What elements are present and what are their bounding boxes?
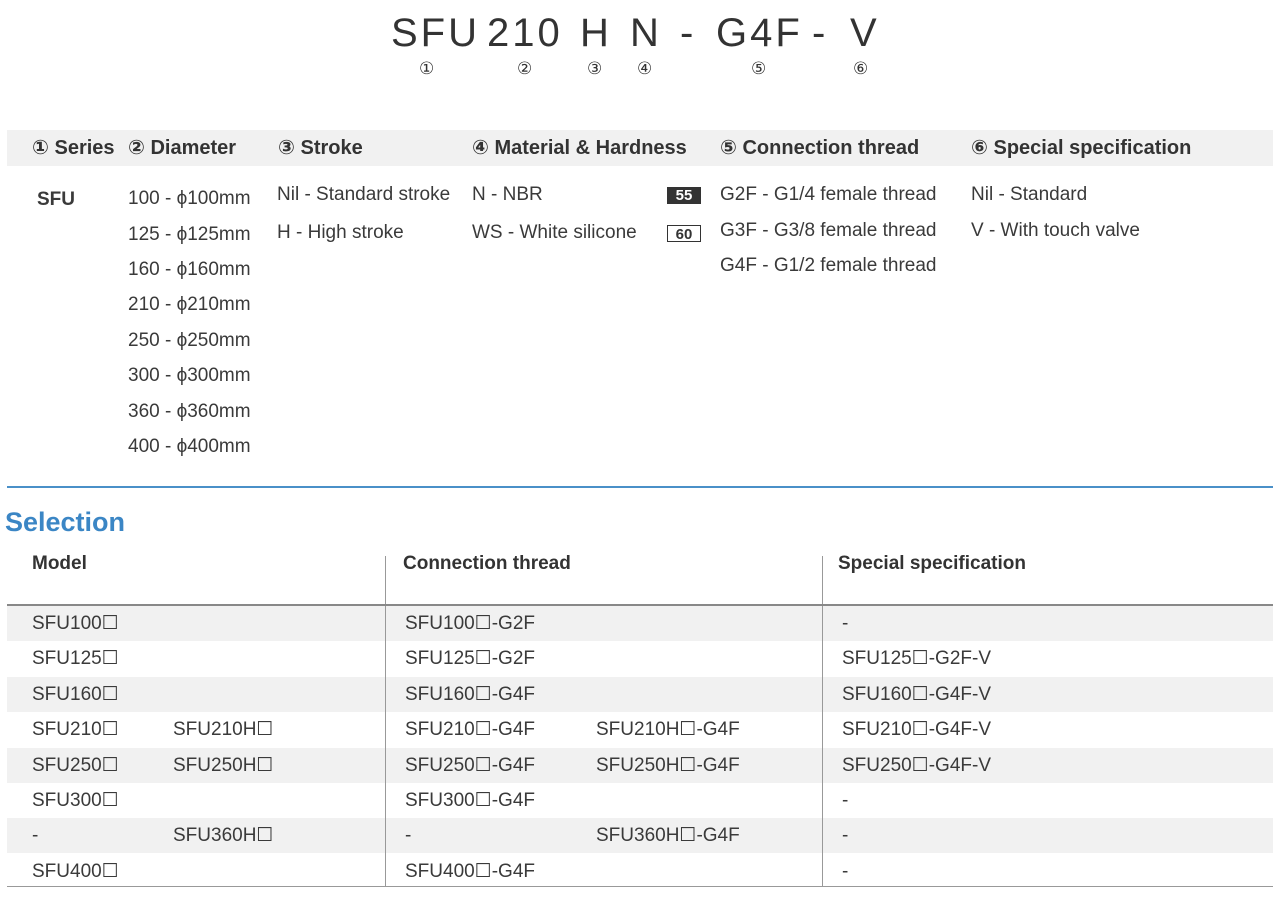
code-number-5: ⑤ — [751, 59, 767, 78]
diameter-item: 210 - ϕ210mm — [128, 294, 251, 315]
special-cell: SFU160☐-G4F-V — [842, 683, 992, 705]
header-diameter: ② Diameter — [128, 137, 237, 159]
selection-title: Selection — [5, 507, 126, 537]
hardness-badge: 60 — [667, 225, 701, 243]
header-series: ① Series — [32, 137, 115, 159]
special-cell: - — [842, 790, 849, 811]
thread-cell: SFU400☐-G4F — [405, 860, 536, 882]
code-special: V — [850, 11, 880, 55]
diameter-item: 400 - ϕ400mm — [128, 436, 251, 457]
series-value: SFU — [37, 189, 75, 210]
diameter-item: 250 - ϕ250mm — [128, 330, 251, 351]
hardness-badge: 55 — [667, 187, 701, 204]
thread-cell: SFU100☐-G2F — [405, 613, 536, 634]
selection-bottom-rule — [7, 886, 1273, 887]
code-stroke: H — [580, 11, 612, 55]
diameter-item: 125 - ϕ125mm — [128, 224, 251, 245]
thread-cell: - — [405, 825, 412, 847]
material-item: WS - White silicone — [472, 222, 637, 243]
thread-cell: SFU210☐-G4F — [405, 719, 536, 741]
model-cell: SFU125☐ — [32, 648, 119, 670]
stroke-item: Nil - Standard stroke — [277, 184, 451, 205]
code-series: SFU — [391, 11, 480, 55]
model-cell: SFU300☐ — [32, 790, 119, 811]
header-material: ④ Material & Hardness — [472, 137, 687, 159]
table-row — [7, 641, 1273, 676]
code-number-4: ④ — [637, 59, 653, 78]
special-cell: SFU250☐-G4F-V — [842, 754, 992, 776]
header-special: ⑥ Special specification — [971, 137, 1192, 159]
model-h-cell: SFU210H☐ — [173, 719, 274, 741]
thread-h-cell: SFU360H☐-G4F — [596, 825, 740, 847]
selection-header-special: Special specification — [838, 553, 1026, 574]
code-material: N — [630, 11, 662, 55]
model-cell: SFU250☐ — [32, 754, 119, 776]
code-number-3: ③ — [587, 59, 603, 78]
header-thread: ⑤ Connection thread — [720, 137, 920, 159]
code-diameter: 210 — [487, 11, 563, 55]
diameter-item: 160 - ϕ160mm — [128, 259, 251, 280]
selection-header-model: Model — [32, 553, 87, 574]
thread-h-cell: SFU210H☐-G4F — [596, 719, 740, 741]
special-item: Nil - Standard — [971, 184, 1088, 205]
special-cell: - — [842, 860, 849, 882]
code-dash-2: - — [812, 11, 829, 55]
thread-cell: SFU300☐-G4F — [405, 790, 536, 811]
model-cell: SFU400☐ — [32, 860, 119, 882]
code-dash-1: - — [680, 11, 697, 55]
diameter-item: 360 - ϕ360mm — [128, 401, 251, 422]
code-number-1: ① — [419, 59, 435, 78]
special-cell: SFU210☐-G4F-V — [842, 719, 992, 741]
table-row — [7, 783, 1273, 818]
model-cell: SFU100☐ — [32, 613, 119, 634]
thread-item: G4F - G1/2 female thread — [720, 255, 937, 276]
special-cell: SFU125☐-G2F-V — [842, 648, 992, 670]
thread-h-cell: SFU250H☐-G4F — [596, 754, 740, 776]
special-cell: - — [842, 613, 849, 634]
selection-header-thread: Connection thread — [403, 553, 571, 574]
model-cell: SFU210☐ — [32, 719, 119, 741]
model-cell: - — [32, 825, 39, 847]
code-thread: G4F — [716, 11, 803, 55]
model-cell: SFU160☐ — [32, 683, 119, 705]
header-stroke: ③ Stroke — [278, 137, 363, 159]
model-h-cell: SFU360H☐ — [173, 825, 274, 847]
special-cell: - — [842, 825, 849, 847]
thread-cell: SFU160☐-G4F — [405, 683, 536, 705]
diameter-item: 300 - ϕ300mm — [128, 365, 251, 386]
table-row — [7, 676, 1273, 712]
section-divider — [7, 486, 1273, 488]
diameter-item: 100 - ϕ100mm — [128, 188, 251, 209]
material-item: N - NBR — [472, 184, 543, 205]
code-number-6: ⑥ — [853, 59, 869, 78]
code-number-2: ② — [517, 59, 533, 78]
special-item: V - With touch valve — [971, 220, 1140, 241]
table-row — [7, 606, 1273, 641]
thread-cell: SFU125☐-G2F — [405, 648, 536, 670]
thread-cell: SFU250☐-G4F — [405, 754, 536, 776]
thread-item: G3F - G3/8 female thread — [720, 220, 937, 241]
stroke-item: H - High stroke — [277, 222, 404, 243]
thread-item: G2F - G1/4 female thread — [720, 184, 937, 205]
model-h-cell: SFU250H☐ — [173, 754, 274, 776]
table-row — [7, 854, 1273, 889]
selection-header-rule — [7, 604, 1273, 606]
